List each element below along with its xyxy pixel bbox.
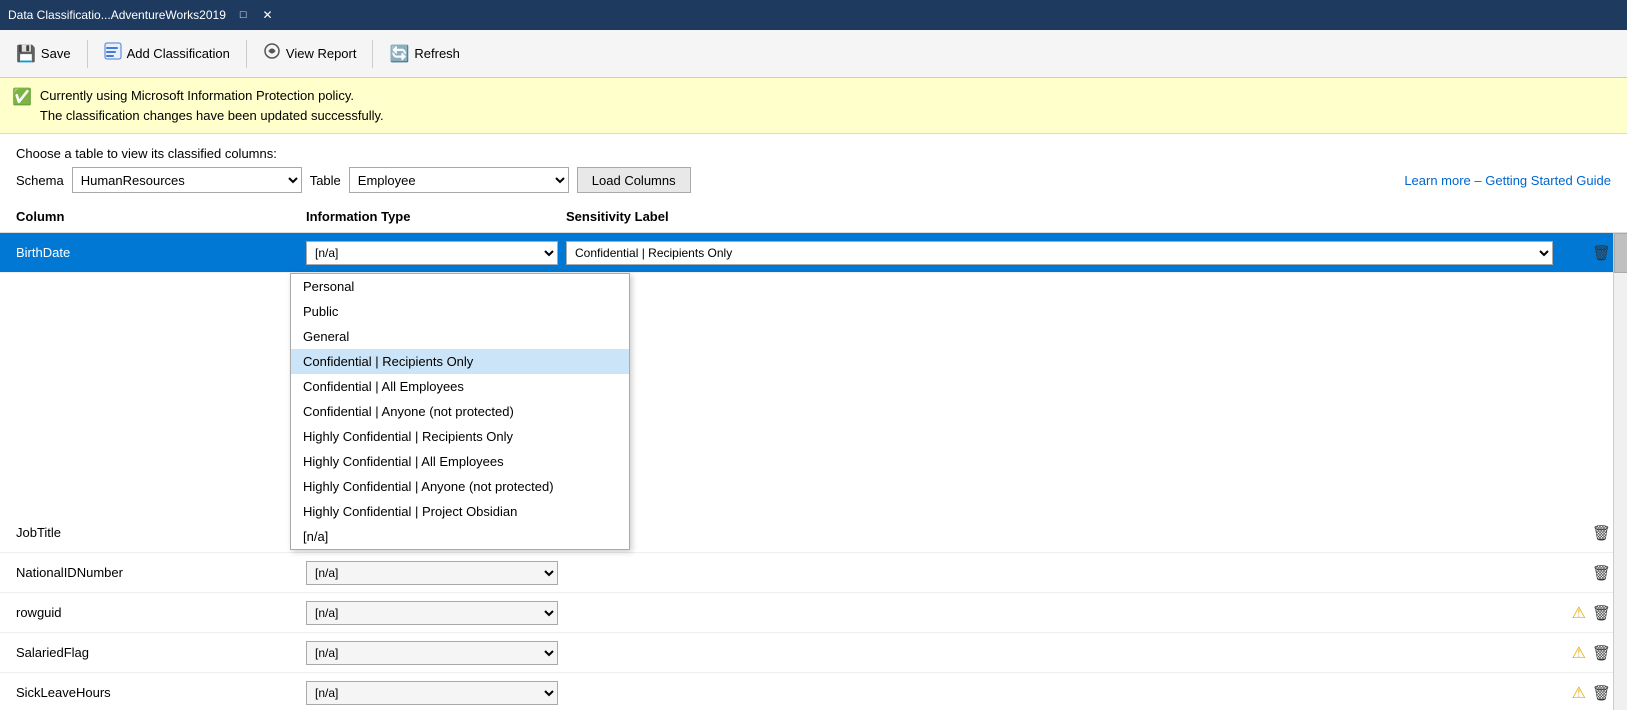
actions-jobtitle: 🗑 <box>1561 524 1611 542</box>
header-actions <box>1561 209 1611 224</box>
notification-line1: Currently using Microsoft Information Pr… <box>40 86 384 106</box>
dropdown-item-confidential-recipients[interactable]: Confidential | Recipients Only <box>291 349 629 374</box>
view-report-button[interactable]: View Report <box>255 38 365 69</box>
dropdown-item-highly-confidential-employees[interactable]: Highly Confidential | All Employees <box>291 449 629 474</box>
delete-rowguid-button[interactable]: 🗑 <box>1592 604 1611 622</box>
toolbar-separator-1 <box>87 40 88 68</box>
refresh-icon: 🔄 <box>389 44 409 64</box>
dropdown-item-public[interactable]: Public <box>291 299 629 324</box>
info-type-select-birthdate[interactable]: [n/a] <box>306 241 558 265</box>
info-type-sickleavehours: [n/a] <box>306 681 566 705</box>
title-bar-controls: □ ✕ <box>234 6 279 24</box>
column-name-rowguid: rowguid <box>16 605 306 620</box>
success-icon: ✅ <box>12 87 32 107</box>
load-columns-button[interactable]: Load Columns <box>577 167 691 193</box>
header-column: Column <box>16 209 306 224</box>
sensitivity-select-birthdate[interactable]: Confidential | Recipients Only <box>566 241 1553 265</box>
actions-birthdate: 🗑 <box>1561 244 1611 262</box>
info-type-nationalid: [n/a] <box>306 561 566 585</box>
delete-nationalid-button[interactable]: 🗑 <box>1592 564 1611 582</box>
table-select[interactable]: Employee Department Shift JobCandidate <box>349 167 569 193</box>
table-row[interactable]: NationalIDNumber [n/a] 🗑 <box>0 553 1627 593</box>
info-type-select-nationalid[interactable]: [n/a] <box>306 561 558 585</box>
actions-salariedflag: ⚠ 🗑 <box>1561 643 1611 663</box>
add-classification-button[interactable]: Add Classification <box>96 38 238 69</box>
table-chooser-area: Choose a table to view its classified co… <box>0 134 1627 193</box>
info-type-salariedflag: [n/a] <box>306 641 566 665</box>
close-button[interactable]: ✕ <box>257 6 279 24</box>
dropdown-item-general[interactable]: General <box>291 324 629 349</box>
view-report-label: View Report <box>286 46 357 61</box>
view-report-icon <box>263 42 281 65</box>
delete-sickleavehours-button[interactable]: 🗑 <box>1592 684 1611 702</box>
sensitivity-birthdate: Confidential | Recipients Only <box>566 241 1561 265</box>
table-row[interactable]: rowguid [n/a] ⚠ 🗑 <box>0 593 1627 633</box>
delete-jobtitle-button[interactable]: 🗑 <box>1592 524 1611 542</box>
warning-sickleavehours-icon: ⚠ <box>1572 683 1586 703</box>
column-name-birthdate: BirthDate <box>16 245 306 260</box>
info-type-select-sickleavehours[interactable]: [n/a] <box>306 681 558 705</box>
column-name-nationalid: NationalIDNumber <box>16 565 306 580</box>
dropdown-item-highly-confidential-anyone[interactable]: Highly Confidential | Anyone (not protec… <box>291 474 629 499</box>
table-row[interactable]: SalariedFlag [n/a] ⚠ 🗑 <box>0 633 1627 673</box>
delete-birthdate-button[interactable]: 🗑 <box>1592 244 1611 262</box>
schema-select[interactable]: HumanResources dbo Person Production Sal… <box>72 167 302 193</box>
title-bar: Data Classificatio...AdventureWorks2019 … <box>0 0 1627 30</box>
table-header: Column Information Type Sensitivity Labe… <box>0 201 1627 233</box>
actions-nationalid: 🗑 <box>1561 564 1611 582</box>
column-name-salariedflag: SalariedFlag <box>16 645 306 660</box>
save-icon: 💾 <box>16 44 36 64</box>
warning-rowguid-icon: ⚠ <box>1572 603 1586 623</box>
refresh-label: Refresh <box>414 46 460 61</box>
notification-banner: ✅ Currently using Microsoft Information … <box>0 78 1627 134</box>
choose-table-label: Choose a table to view its classified co… <box>16 146 1611 161</box>
sensitivity-dropdown[interactable]: Personal Public General Confidential | R… <box>290 273 630 550</box>
info-type-rowguid: [n/a] <box>306 601 566 625</box>
dropdown-item-na[interactable]: [n/a] <box>291 524 629 549</box>
table-row[interactable]: BirthDate [n/a] Confidential | Recipient… <box>0 233 1627 273</box>
schema-label: Schema <box>16 173 64 188</box>
notification-line2: The classification changes have been upd… <box>40 106 384 126</box>
actions-rowguid: ⚠ 🗑 <box>1561 603 1611 623</box>
chooser-row: Schema HumanResources dbo Person Product… <box>16 167 1611 193</box>
dropdown-item-confidential-all-employees[interactable]: Confidential | All Employees <box>291 374 629 399</box>
dropdown-item-highly-confidential-obsidian[interactable]: Highly Confidential | Project Obsidian <box>291 499 629 524</box>
toolbar-separator-2 <box>246 40 247 68</box>
warning-salariedflag-icon: ⚠ <box>1572 643 1586 663</box>
column-name-sickleavehours: SickLeaveHours <box>16 685 306 700</box>
learn-more-link[interactable]: Learn more – Getting Started Guide <box>1404 173 1611 188</box>
scrollbar-thumb[interactable] <box>1614 233 1627 273</box>
title-bar-text: Data Classificatio...AdventureWorks2019 <box>8 8 226 22</box>
dropdown-item-personal[interactable]: Personal <box>291 274 629 299</box>
scrollbar-track[interactable] <box>1613 233 1627 710</box>
dropdown-item-confidential-anyone[interactable]: Confidential | Anyone (not protected) <box>291 399 629 424</box>
table-row[interactable]: JobTitle [n/a] 🗑 <box>0 513 1627 553</box>
table-row[interactable]: SickLeaveHours [n/a] ⚠ 🗑 <box>0 673 1627 710</box>
info-type-birthdate: [n/a] <box>306 241 566 265</box>
info-type-select-rowguid[interactable]: [n/a] <box>306 601 558 625</box>
content-area: ✅ Currently using Microsoft Information … <box>0 78 1627 710</box>
delete-salariedflag-button[interactable]: 🗑 <box>1592 644 1611 662</box>
table-body: BirthDate [n/a] Confidential | Recipient… <box>0 233 1627 710</box>
toolbar: 💾 Save Add Classification View Report 🔄 <box>0 30 1627 78</box>
pin-button[interactable]: □ <box>234 6 253 24</box>
save-button[interactable]: 💾 Save <box>8 40 79 68</box>
notification-text: Currently using Microsoft Information Pr… <box>40 86 384 125</box>
dropdown-item-highly-confidential-recipients[interactable]: Highly Confidential | Recipients Only <box>291 424 629 449</box>
column-name-jobtitle: JobTitle <box>16 525 306 540</box>
refresh-button[interactable]: 🔄 Refresh <box>381 40 467 68</box>
add-classification-label: Add Classification <box>127 46 230 61</box>
save-label: Save <box>41 46 71 61</box>
actions-sickleavehours: ⚠ 🗑 <box>1561 683 1611 703</box>
toolbar-separator-3 <box>372 40 373 68</box>
info-type-select-salariedflag[interactable]: [n/a] <box>306 641 558 665</box>
table-label: Table <box>310 173 341 188</box>
add-classification-icon <box>104 42 122 65</box>
header-sensitivity: Sensitivity Label <box>566 209 1561 224</box>
header-info-type: Information Type <box>306 209 566 224</box>
